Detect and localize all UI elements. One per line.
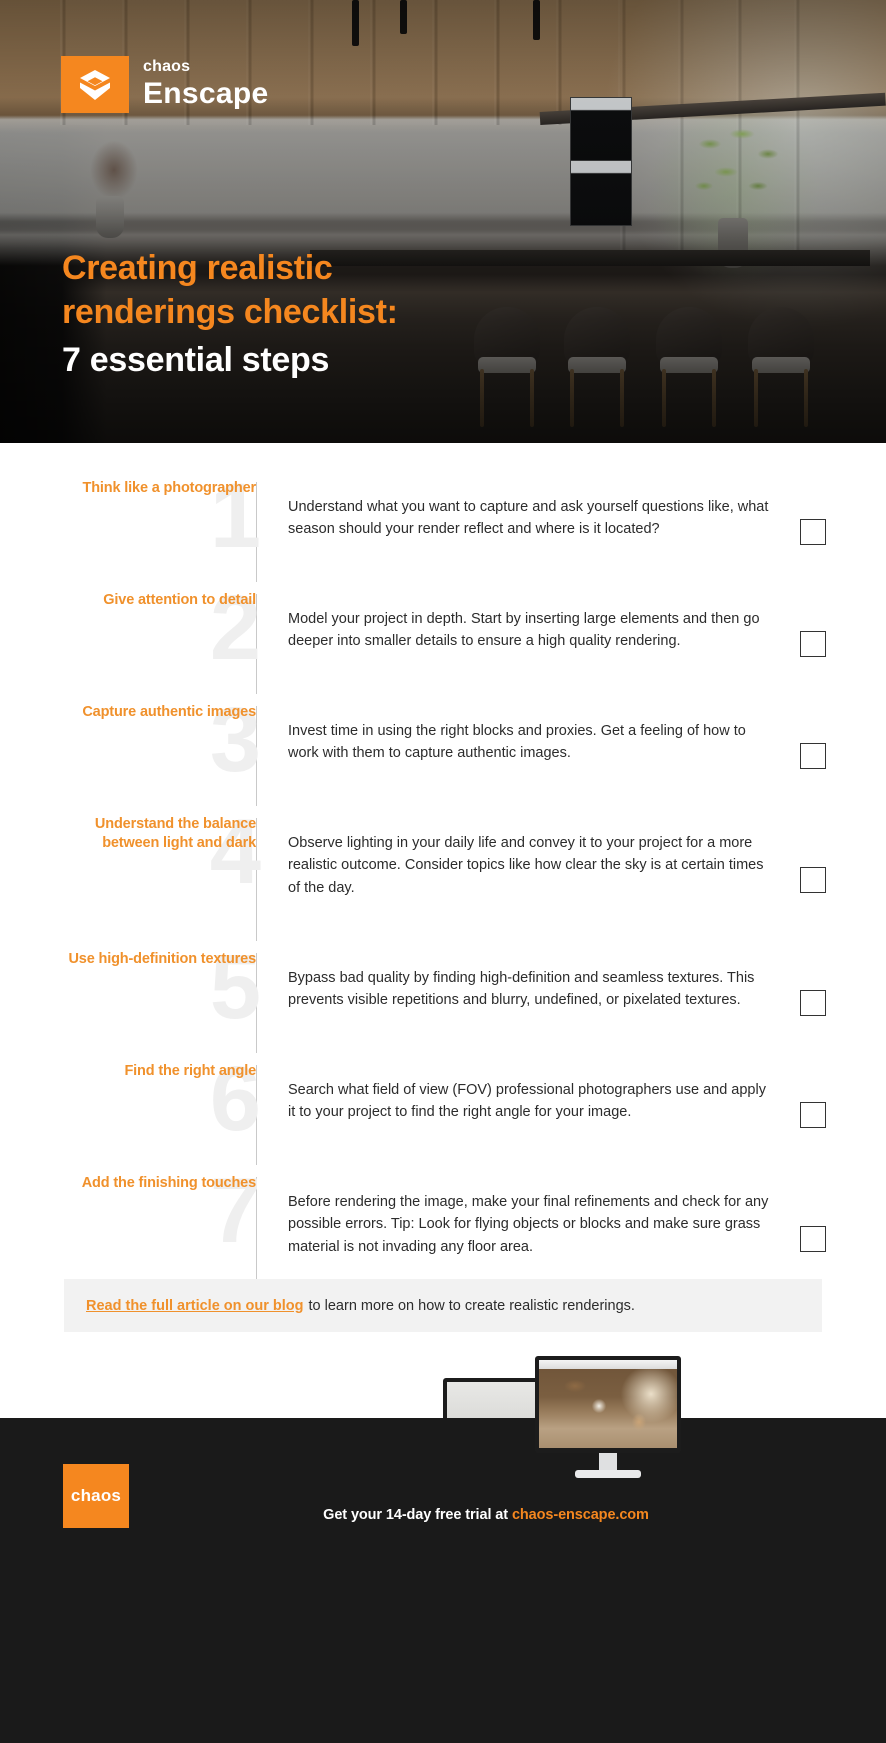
checklist-item-description: Understand what you want to capture and …: [288, 499, 769, 538]
checklist-item-heading-group: 3 Capture authentic images: [64, 694, 261, 804]
trial-url-link[interactable]: chaos-enscape.com: [512, 1507, 649, 1523]
checklist-item-checkbox[interactable]: [800, 866, 826, 893]
checklist-item-title: Think like a photographer: [82, 480, 257, 496]
logo-chaos-text: chaos: [143, 58, 191, 76]
trial-prefix-text: Get your 14-day free trial at: [323, 1507, 512, 1523]
checklist: 1 Think like a photographer Understand wha…: [0, 443, 886, 1306]
checklist-item-title: Use high-definition textures: [68, 951, 256, 967]
checklist-item-title: Understand the balance between light and…: [94, 816, 256, 852]
checklist-item: 3 Capture authentic images Invest time in …: [0, 694, 886, 812]
chaos-logo-text: chaos: [70, 1486, 122, 1505]
checklist-item-heading-group: 2 Give attention to detail: [64, 582, 261, 692]
checklist-item: 2 Give attention to detail Model your proj…: [0, 582, 886, 700]
checklist-item-title: Give attention to detail: [103, 592, 256, 608]
page-title-line-1: Creating realistic: [62, 249, 333, 287]
checklist-item: 6 Find the right angle Search what field o…: [0, 1053, 886, 1171]
hero-banner: chaos Enscape Creating realistic renderi…: [0, 0, 886, 443]
checklist-item-checkbox[interactable]: [800, 519, 826, 545]
checklist-item-description: Invest time in using the right blocks an…: [288, 723, 746, 762]
checklist-item-description: Observe lighting in your daily life and …: [288, 835, 764, 896]
checklist-item: 1 Think like a photographer Understand wha…: [0, 470, 886, 588]
logo-enscape-text: Enscape: [143, 76, 269, 110]
blog-cta-bar: Read the full article on our blog to lea…: [64, 1279, 822, 1332]
enscape-chevron-logo-icon: [61, 56, 129, 113]
read-full-article-link[interactable]: Read the full article on our blog: [86, 1298, 304, 1314]
checklist-item-heading-group: 1 Think like a photographer: [64, 470, 262, 580]
monitor-render-right: [535, 1356, 681, 1478]
checklist-item-heading-group: 4 Understand the balance between light an…: [64, 806, 261, 916]
checklist-item-title: Find the right angle: [124, 1063, 256, 1079]
checklist-item-heading-group: 7 Add the finishing touches: [64, 1165, 261, 1275]
checklist-item-title: Add the finishing touches: [81, 1175, 256, 1191]
blog-cta-text: to learn more on how to create realistic…: [308, 1297, 635, 1314]
checklist-item-heading-group: 6 Find the right angle: [64, 1053, 261, 1163]
checklist-item-checkbox[interactable]: [800, 743, 826, 769]
checklist-item-checkbox[interactable]: [800, 1102, 826, 1128]
enscape-logo-lockup[interactable]: chaos Enscape: [61, 56, 269, 113]
checklist-item-heading-group: 5 Use high-definition textures: [64, 941, 261, 1051]
checklist-item-description: Bypass bad quality by finding high-defin…: [288, 970, 755, 1009]
checklist-item: 5 Use high-definition textures Bypass bad …: [0, 941, 886, 1059]
checklist-item-description: Search what field of view (FOV) professi…: [288, 1082, 766, 1121]
page-title-line-3: 7 essential steps: [62, 341, 330, 380]
checklist-item-checkbox[interactable]: [800, 1225, 826, 1252]
checklist-item-description: Model your project in depth. Start by in…: [288, 611, 760, 650]
checklist-item: 4 Understand the balance between light an…: [0, 806, 886, 947]
checklist-item-title: Capture authentic images: [82, 704, 256, 720]
checklist-item-checkbox[interactable]: [800, 990, 826, 1016]
footer: [0, 1418, 886, 1743]
page-title-line-2: renderings checklist:: [62, 293, 398, 332]
page-title: Creating realistic renderings checklist:…: [62, 246, 622, 384]
free-trial-callout: Get your 14-day free trial at chaos-ensc…: [0, 1507, 886, 1523]
checklist-item-description: Before rendering the image, make your fi…: [288, 1194, 769, 1255]
checklist-item-checkbox[interactable]: [800, 631, 826, 657]
